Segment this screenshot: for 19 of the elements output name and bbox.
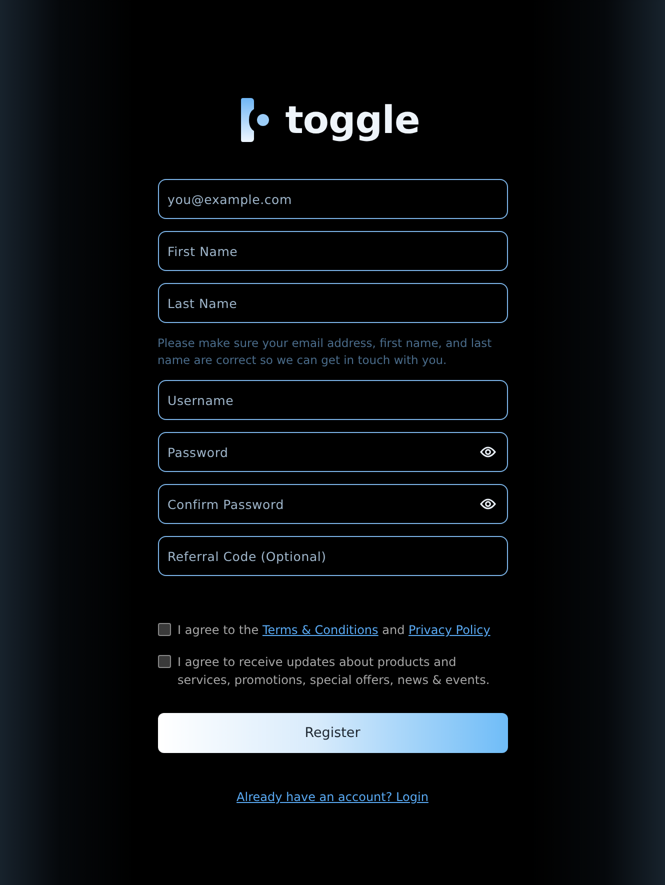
checkbox[interactable]: [158, 655, 170, 668]
hint-text: Please make sure your email address, first name, and last name are correct so we can get in touch with you.: [158, 335, 493, 369]
input-field[interactable]: you@example.com: [158, 179, 508, 219]
input-field[interactable]: Username: [158, 380, 508, 420]
eye-icon[interactable]: [480, 498, 496, 510]
agreement-text: I agree to the Terms & Conditions and Privacy Policy: [178, 622, 490, 639]
login-link[interactable]: Already have an account? Login: [236, 790, 428, 804]
policy-link[interactable]: Privacy Policy: [408, 623, 490, 637]
input-field[interactable]: Referral Code (Optional): [158, 536, 508, 576]
policy-link[interactable]: Terms & Conditions: [262, 623, 378, 637]
password-field[interactable]: Password: [158, 432, 508, 472]
input-field[interactable]: First Name: [158, 231, 508, 271]
logo-text: toggle: [285, 98, 420, 142]
checkbox[interactable]: [158, 623, 170, 636]
eye-icon[interactable]: [480, 446, 496, 458]
password-field[interactable]: Confirm Password: [158, 484, 508, 524]
agreement-text: I agree to receive updates about products and services, promotions, special offers, news & events.: [178, 654, 491, 689]
register-button[interactable]: Register: [158, 713, 508, 753]
input-field[interactable]: Last Name: [158, 283, 508, 323]
